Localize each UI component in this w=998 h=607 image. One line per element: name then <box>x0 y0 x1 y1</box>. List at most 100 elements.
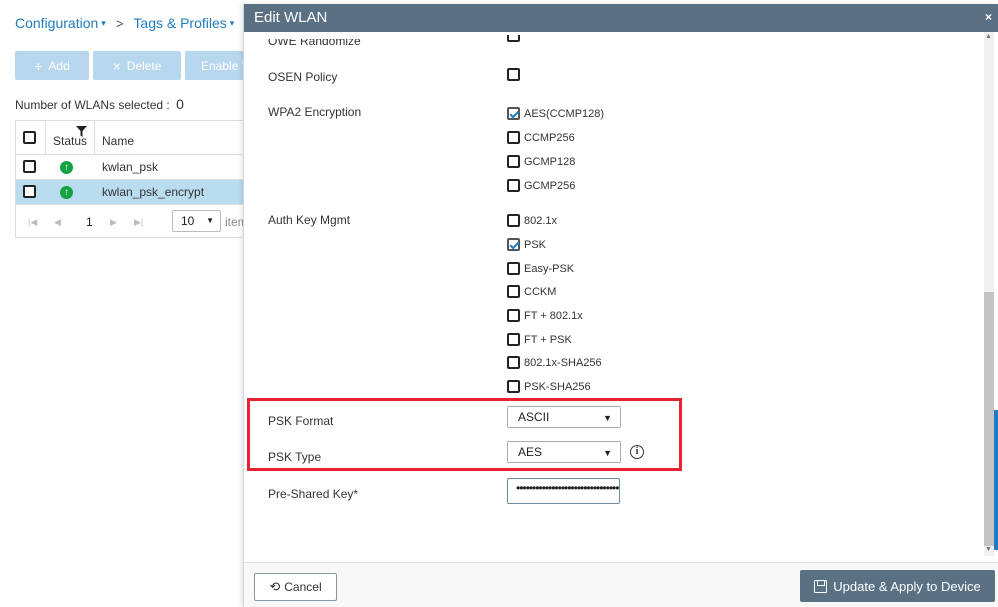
column-divider <box>45 121 46 155</box>
breadcrumb: Configuration ▾ > Tags & Profiles ▾ <box>15 15 234 31</box>
akm-option-easy-psk[interactable]: Easy-PSK <box>507 262 574 275</box>
wpa2-gcmp256-checkbox[interactable] <box>507 179 520 192</box>
add-button-label: Add <box>48 58 70 73</box>
chevron-down-icon[interactable]: ▾ <box>230 18 235 29</box>
first-page-icon[interactable]: |◀ <box>28 217 37 228</box>
close-icon[interactable]: × <box>985 10 992 24</box>
update-apply-button-label: Update & Apply to Device <box>833 578 981 594</box>
akm-8021x-checkbox[interactable] <box>507 214 520 227</box>
akm-option-label: PSK <box>524 238 547 251</box>
akm-option-8021x-sha256[interactable]: 802.1x-SHA256 <box>507 356 602 369</box>
wpa2-gcmp128-checkbox[interactable] <box>507 155 520 168</box>
wpa2-option-label: CCMP256 <box>524 131 575 144</box>
modal-scrollbar-thumb[interactable] <box>984 292 994 546</box>
breadcrumb-separator: > <box>115 15 124 31</box>
modal-body[interactable]: OWE Randomize OSEN Policy WPA2 Encryptio… <box>244 32 998 560</box>
chevron-down-icon[interactable]: ▾ <box>101 18 106 29</box>
akm-8021x-sha256-checkbox[interactable] <box>507 356 520 369</box>
breadcrumb-tags-profiles[interactable]: Tags & Profiles <box>133 15 226 31</box>
akm-ft-8021x-checkbox[interactable] <box>507 309 520 322</box>
wpa2-ccmp256-checkbox[interactable] <box>507 131 520 144</box>
last-page-icon[interactable]: ▶| <box>134 217 143 228</box>
status-up-icon: ↑ <box>60 161 73 174</box>
page-size-select[interactable]: 10 ▼ <box>172 210 221 232</box>
akm-option-label: 802.1x-SHA256 <box>524 356 602 369</box>
column-header-name[interactable]: Name <box>102 134 134 148</box>
modal-header: Edit WLAN × <box>244 4 998 32</box>
wlan-name: kwlan_psk_encrypt <box>102 185 205 199</box>
osen-policy-label: OSEN Policy <box>268 70 338 84</box>
pre-shared-key-input[interactable]: •••••••••••••••••••••••••••••••• <box>507 478 620 504</box>
wlans-selected-label: Number of WLANs selected : <box>15 98 170 112</box>
akm-option-psk-sha256[interactable]: PSK-SHA256 <box>507 380 591 393</box>
current-page: 1 <box>86 215 93 229</box>
akm-option-label: FT + PSK <box>524 333 572 346</box>
add-button[interactable]: + Add <box>15 51 89 80</box>
akm-option-psk[interactable]: PSK <box>507 238 546 251</box>
row-checkbox[interactable] <box>23 185 36 198</box>
column-divider <box>94 121 95 155</box>
truncated-setting-checkbox[interactable] <box>507 35 520 42</box>
truncated-setting-label: OWE Randomize <box>268 34 361 48</box>
akm-option-cckm[interactable]: CCKM <box>507 285 556 298</box>
wlan-table: Status Name ↑ kwlan_psk ↑ kwlan_psk_encr… <box>15 120 255 238</box>
wpa2-option-gcmp128[interactable]: GCMP128 <box>507 155 575 168</box>
wlan-toolbar: + Add × Delete Enable V <box>15 51 255 80</box>
modal-footer: ⟲ Cancel Update & Apply to Device <box>244 562 998 607</box>
next-page-icon[interactable]: ▶ <box>110 217 117 228</box>
wpa2-aes-ccmp128-checkbox[interactable] <box>507 107 520 120</box>
akm-option-ft-psk[interactable]: FT + PSK <box>507 333 572 346</box>
breadcrumb-configuration[interactable]: Configuration <box>15 15 98 31</box>
filter-icon[interactable] <box>76 126 87 140</box>
table-row[interactable]: ↑ kwlan_psk_encrypt <box>16 180 254 205</box>
osen-policy-checkbox[interactable] <box>507 68 520 81</box>
select-all-checkbox[interactable] <box>23 131 36 144</box>
cancel-button-label: Cancel <box>284 580 322 594</box>
wlans-selected-value: 0 <box>176 96 184 112</box>
cancel-button[interactable]: ⟲ Cancel <box>254 573 337 601</box>
edit-wlan-modal: Edit WLAN × OWE Randomize OSEN Policy WP… <box>243 4 998 607</box>
update-apply-button[interactable]: Update & Apply to Device <box>800 570 995 602</box>
modal-title: Edit WLAN <box>254 9 328 26</box>
wpa2-option-ccmp256[interactable]: CCMP256 <box>507 131 575 144</box>
akm-easy-psk-checkbox[interactable] <box>507 262 520 275</box>
akm-cckm-checkbox[interactable] <box>507 285 520 298</box>
akm-option-label: CCKM <box>524 285 557 298</box>
akm-option-8021x[interactable]: 802.1x <box>507 214 557 227</box>
akm-psk-checkbox[interactable] <box>507 238 520 251</box>
page-scroll-indicator <box>994 410 998 550</box>
auth-key-mgmt-label: Auth Key Mgmt <box>268 213 351 227</box>
wpa2-encryption-label: WPA2 Encryption <box>268 105 362 119</box>
scroll-up-arrow-icon[interactable]: ▲ <box>985 33 992 40</box>
truncated-setting-option <box>507 35 524 42</box>
pre-shared-key-label: Pre-Shared Key* <box>268 487 359 501</box>
wlan-name: kwlan_psk <box>102 160 159 174</box>
table-pager: |◀ ◀ 1 ▶ ▶| 10 ▼ item <box>16 207 254 237</box>
akm-option-label: 802.1x <box>524 214 558 227</box>
wpa2-option-label: GCMP256 <box>524 179 576 192</box>
scroll-down-arrow-icon[interactable]: ▼ <box>985 546 992 553</box>
akm-option-ft-8021x[interactable]: FT + 802.1x <box>507 309 583 322</box>
akm-option-label: Easy-PSK <box>524 262 575 275</box>
osen-policy-option <box>507 68 524 81</box>
row-checkbox[interactable] <box>23 160 36 173</box>
close-icon: × <box>112 57 121 74</box>
akm-ft-psk-checkbox[interactable] <box>507 333 520 346</box>
wlans-selected-count: Number of WLANs selected : 0 <box>15 96 184 112</box>
akm-option-label: FT + 802.1x <box>524 309 583 322</box>
save-icon <box>814 579 828 593</box>
akm-psk-sha256-checkbox[interactable] <box>507 380 520 393</box>
wpa2-option-gcmp256[interactable]: GCMP256 <box>507 179 575 192</box>
table-row[interactable]: ↑ kwlan_psk <box>16 155 254 180</box>
status-up-icon: ↑ <box>60 186 73 199</box>
plus-icon: + <box>34 57 43 74</box>
caret-down-icon: ▼ <box>206 216 214 225</box>
highlight-box <box>247 398 682 471</box>
wpa2-option-aes-ccmp128[interactable]: AES(CCMP128) <box>507 107 604 120</box>
wpa2-option-label: AES(CCMP128) <box>524 107 605 120</box>
akm-option-label: PSK-SHA256 <box>524 380 591 393</box>
undo-icon: ⟲ <box>269 579 281 594</box>
delete-button[interactable]: × Delete <box>93 51 181 80</box>
delete-button-label: Delete <box>126 58 162 73</box>
previous-page-icon[interactable]: ◀ <box>54 217 61 228</box>
